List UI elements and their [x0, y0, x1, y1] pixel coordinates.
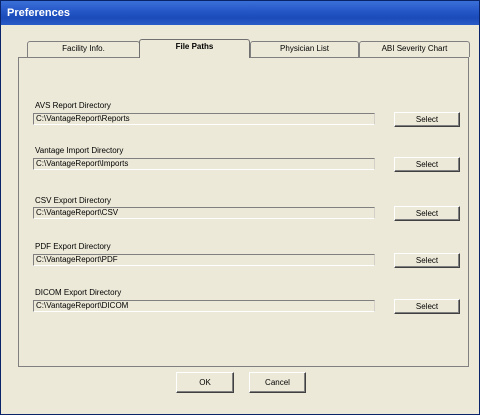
preferences-window: Preferences Facility Info. File Paths Ph… [0, 0, 480, 415]
tab-file-paths[interactable]: File Paths [139, 39, 250, 58]
pdf-export-directory-input[interactable]: C:\VantageReport\PDF [33, 254, 375, 266]
vantage-import-directory-input[interactable]: C:\VantageReport\Imports [33, 158, 375, 170]
pdf-export-select-button[interactable]: Select [394, 253, 460, 268]
avs-report-directory-label: AVS Report Directory [35, 101, 111, 110]
tab-abi-severity-chart[interactable]: ABI Severity Chart [359, 41, 470, 57]
ok-button[interactable]: OK [176, 372, 234, 393]
cancel-button[interactable]: Cancel [249, 372, 306, 393]
pdf-export-directory-label: PDF Export Directory [35, 242, 111, 251]
tab-physician-list[interactable]: Physician List [250, 41, 359, 57]
dicom-export-select-button[interactable]: Select [394, 299, 460, 314]
vantage-import-select-button[interactable]: Select [394, 157, 460, 172]
tab-strip: Facility Info. File Paths Physician List… [21, 39, 470, 58]
vantage-import-directory-label: Vantage Import Directory [35, 146, 124, 155]
avs-report-directory-input[interactable]: C:\VantageReport\Reports [33, 113, 375, 125]
dicom-export-directory-input[interactable]: C:\VantageReport\DICOM [33, 300, 375, 312]
window-title: Preferences [1, 1, 479, 25]
dicom-export-directory-label: DICOM Export Directory [35, 288, 122, 297]
file-paths-panel: AVS Report Directory C:\VantageReport\Re… [18, 57, 469, 367]
csv-export-directory-label: CSV Export Directory [35, 196, 112, 205]
avs-report-select-button[interactable]: Select [394, 112, 460, 127]
csv-export-directory-input[interactable]: C:\VantageReport\CSV [33, 207, 375, 219]
tab-facility-info[interactable]: Facility Info. [27, 41, 140, 57]
csv-export-select-button[interactable]: Select [394, 206, 460, 221]
